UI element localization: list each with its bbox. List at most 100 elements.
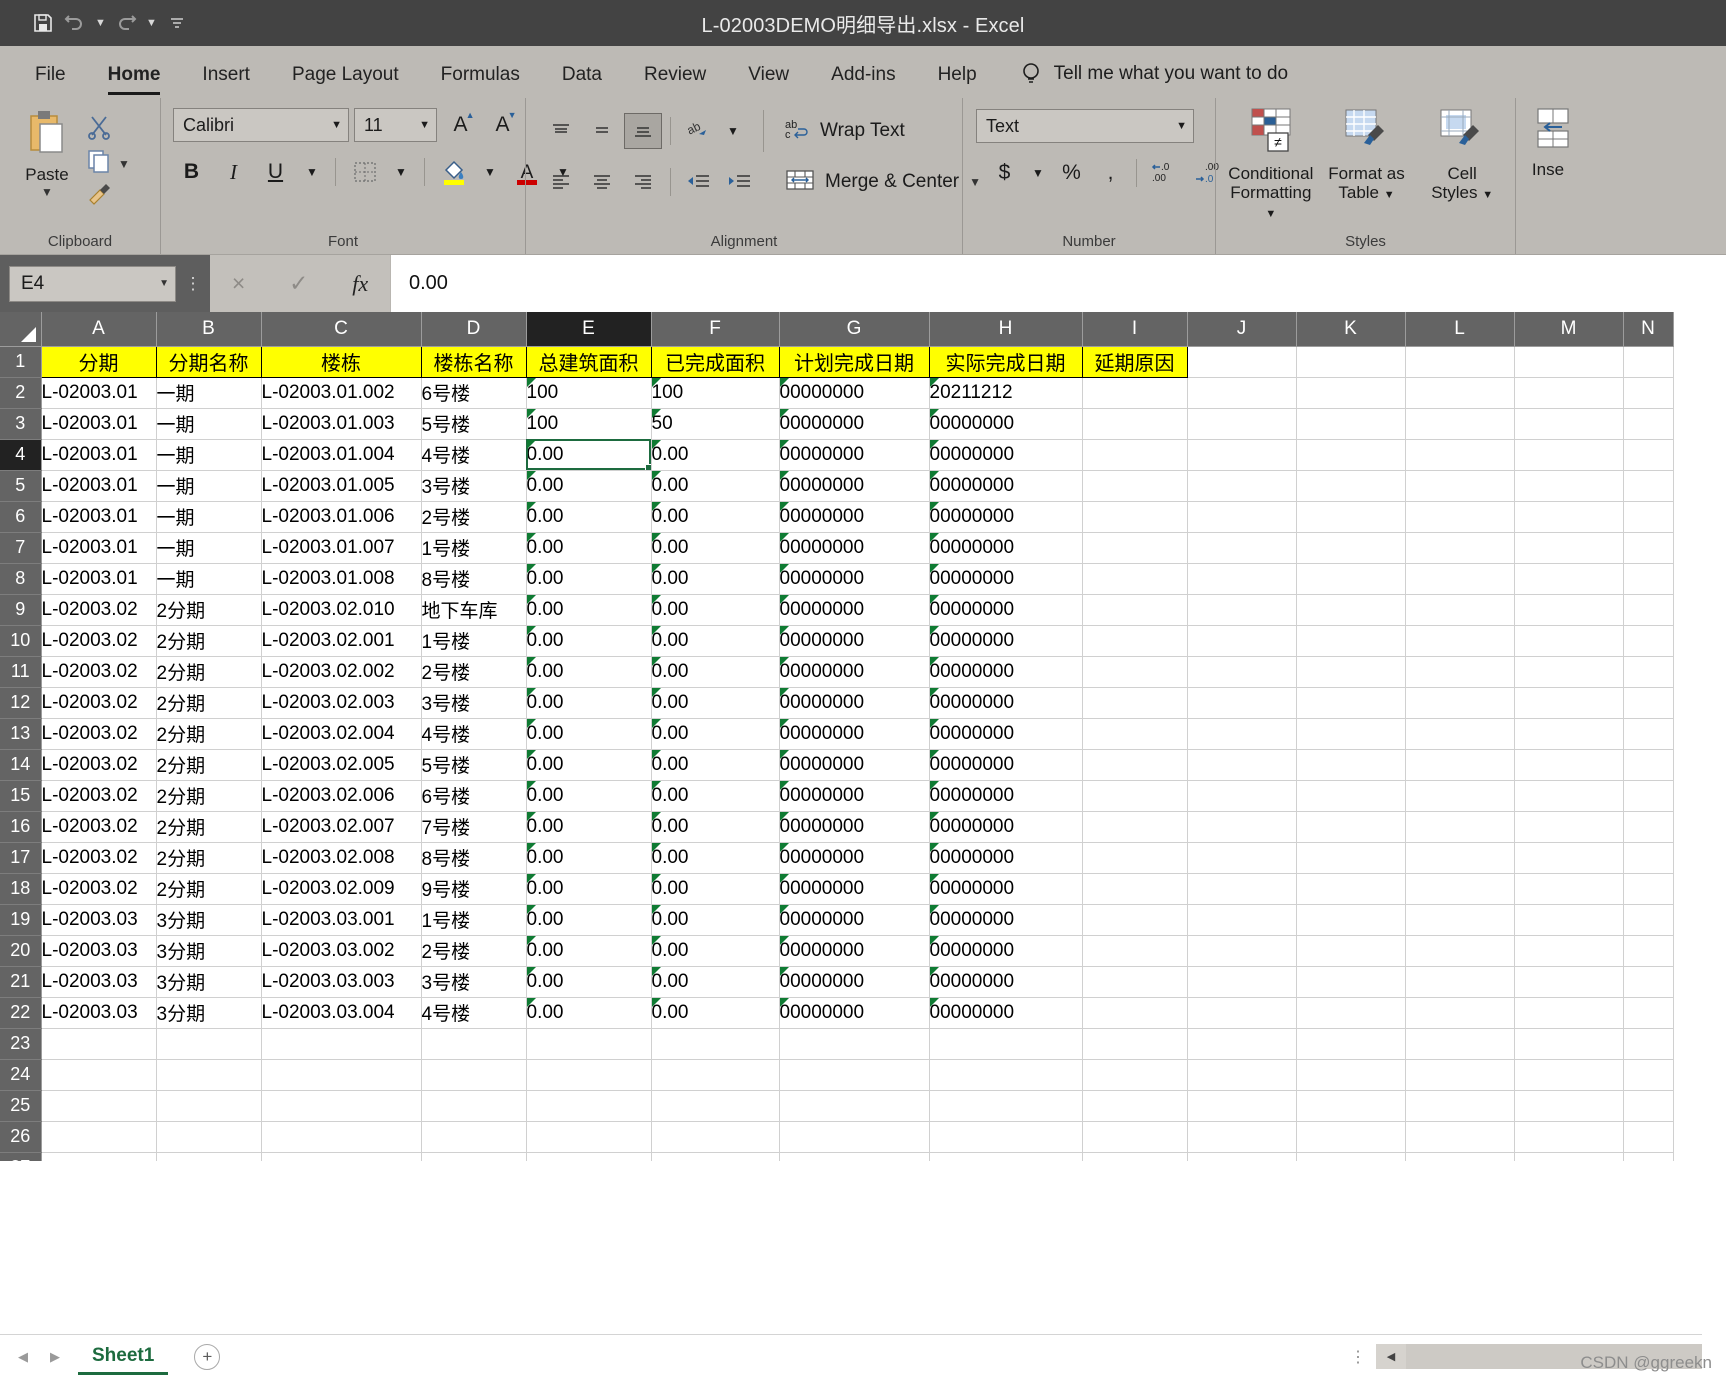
cell-K3[interactable] bbox=[1296, 408, 1406, 440]
cell-A7[interactable]: L-02003.01 bbox=[41, 532, 157, 564]
cell-H22[interactable]: 00000000 bbox=[929, 997, 1083, 1029]
cell-I20[interactable] bbox=[1082, 935, 1188, 967]
cell-C26[interactable] bbox=[261, 1121, 422, 1153]
cell-C13[interactable]: L-02003.02.004 bbox=[261, 718, 422, 750]
row-header-17[interactable]: 17 bbox=[0, 842, 42, 874]
cell-M25[interactable] bbox=[1514, 1090, 1624, 1122]
cell-I26[interactable] bbox=[1082, 1121, 1188, 1153]
cell-K4[interactable] bbox=[1296, 439, 1406, 471]
cell-E18[interactable]: 0.00 bbox=[526, 873, 652, 905]
cell-D3[interactable]: 5号楼 bbox=[421, 408, 527, 440]
cell-E21[interactable]: 0.00 bbox=[526, 966, 652, 998]
cell-D10[interactable]: 1号楼 bbox=[421, 625, 527, 657]
cell-E13[interactable]: 0.00 bbox=[526, 718, 652, 750]
cell-K7[interactable] bbox=[1296, 532, 1406, 564]
cell-K5[interactable] bbox=[1296, 470, 1406, 502]
cell-I23[interactable] bbox=[1082, 1028, 1188, 1060]
select-all-button[interactable] bbox=[0, 312, 42, 347]
row-header-5[interactable]: 5 bbox=[0, 470, 42, 502]
cell-A14[interactable]: L-02003.02 bbox=[41, 749, 157, 781]
cell-G11[interactable]: 00000000 bbox=[779, 656, 930, 688]
cell-G23[interactable] bbox=[779, 1028, 930, 1060]
cell-G12[interactable]: 00000000 bbox=[779, 687, 930, 719]
cell-M1[interactable] bbox=[1514, 346, 1624, 378]
cell-I19[interactable] bbox=[1082, 904, 1188, 936]
cell-A13[interactable]: L-02003.02 bbox=[41, 718, 157, 750]
cell-M5[interactable] bbox=[1514, 470, 1624, 502]
row-header-26[interactable]: 26 bbox=[0, 1121, 42, 1153]
row-header-11[interactable]: 11 bbox=[0, 656, 42, 688]
cell-D22[interactable]: 4号楼 bbox=[421, 997, 527, 1029]
column-header-l[interactable]: L bbox=[1405, 312, 1515, 347]
cell-J6[interactable] bbox=[1187, 501, 1297, 533]
cell-H8[interactable]: 00000000 bbox=[929, 563, 1083, 595]
cell-N26[interactable] bbox=[1623, 1121, 1674, 1153]
cell-F8[interactable]: 0.00 bbox=[651, 563, 780, 595]
cell-L25[interactable] bbox=[1405, 1090, 1515, 1122]
cell-G10[interactable]: 00000000 bbox=[779, 625, 930, 657]
cell-H12[interactable]: 00000000 bbox=[929, 687, 1083, 719]
row-header-13[interactable]: 13 bbox=[0, 718, 42, 750]
cell-D1[interactable]: 楼栋名称 bbox=[421, 345, 527, 378]
currency-format-button[interactable]: $ bbox=[986, 156, 1023, 190]
cell-F2[interactable]: 100 bbox=[651, 377, 780, 409]
cell-M20[interactable] bbox=[1514, 935, 1624, 967]
cell-J1[interactable] bbox=[1187, 346, 1297, 378]
cell-M13[interactable] bbox=[1514, 718, 1624, 750]
cell-H3[interactable]: 00000000 bbox=[929, 408, 1083, 440]
cell-K2[interactable] bbox=[1296, 377, 1406, 409]
cell-A25[interactable] bbox=[41, 1090, 157, 1122]
cell-G24[interactable] bbox=[779, 1059, 930, 1091]
cell-A18[interactable]: L-02003.02 bbox=[41, 873, 157, 905]
cell-L7[interactable] bbox=[1405, 532, 1515, 564]
cell-H2[interactable]: 20211212 bbox=[929, 377, 1083, 409]
cell-D24[interactable] bbox=[421, 1059, 527, 1091]
font-size-dropdown-icon[interactable]: ▼ bbox=[413, 119, 430, 131]
cell-F27[interactable] bbox=[651, 1152, 780, 1161]
cell-J20[interactable] bbox=[1187, 935, 1297, 967]
cell-M24[interactable] bbox=[1514, 1059, 1624, 1091]
cell-E3[interactable]: 100 bbox=[526, 408, 652, 440]
tab-view[interactable]: View bbox=[727, 58, 810, 98]
cell-G7[interactable]: 00000000 bbox=[779, 532, 930, 564]
format-as-table-button[interactable]: Format as Table ▼ bbox=[1322, 104, 1412, 202]
cell-F22[interactable]: 0.00 bbox=[651, 997, 780, 1029]
cell-J13[interactable] bbox=[1187, 718, 1297, 750]
cell-B16[interactable]: 2分期 bbox=[156, 811, 262, 843]
cell-G5[interactable]: 00000000 bbox=[779, 470, 930, 502]
cell-A24[interactable] bbox=[41, 1059, 157, 1091]
cell-K24[interactable] bbox=[1296, 1059, 1406, 1091]
cell-C16[interactable]: L-02003.02.007 bbox=[261, 811, 422, 843]
cell-B11[interactable]: 2分期 bbox=[156, 656, 262, 688]
column-header-f[interactable]: F bbox=[651, 312, 780, 347]
cell-N17[interactable] bbox=[1623, 842, 1674, 874]
cell-G6[interactable]: 00000000 bbox=[779, 501, 930, 533]
cell-D18[interactable]: 9号楼 bbox=[421, 873, 527, 905]
cell-H14[interactable]: 00000000 bbox=[929, 749, 1083, 781]
cell-K15[interactable] bbox=[1296, 780, 1406, 812]
cell-I11[interactable] bbox=[1082, 656, 1188, 688]
cell-G21[interactable]: 00000000 bbox=[779, 966, 930, 998]
tab-page-layout[interactable]: Page Layout bbox=[271, 58, 420, 98]
scroll-split-handle[interactable]: ⋮ bbox=[1340, 1347, 1376, 1367]
cell-H24[interactable] bbox=[929, 1059, 1083, 1091]
row-header-16[interactable]: 16 bbox=[0, 811, 42, 843]
cell-B2[interactable]: 一期 bbox=[156, 377, 262, 409]
cell-A8[interactable]: L-02003.01 bbox=[41, 563, 157, 595]
cell-G3[interactable]: 00000000 bbox=[779, 408, 930, 440]
cell-J9[interactable] bbox=[1187, 594, 1297, 626]
cell-I14[interactable] bbox=[1082, 749, 1188, 781]
cell-H13[interactable]: 00000000 bbox=[929, 718, 1083, 750]
cell-G15[interactable]: 00000000 bbox=[779, 780, 930, 812]
cell-B6[interactable]: 一期 bbox=[156, 501, 262, 533]
cell-N18[interactable] bbox=[1623, 873, 1674, 905]
cell-N19[interactable] bbox=[1623, 904, 1674, 936]
cell-B21[interactable]: 3分期 bbox=[156, 966, 262, 998]
comma-format-button[interactable]: , bbox=[1092, 156, 1129, 190]
decrease-font-size-button[interactable]: A ▼ bbox=[484, 108, 521, 142]
row-header-19[interactable]: 19 bbox=[0, 904, 42, 936]
cell-M15[interactable] bbox=[1514, 780, 1624, 812]
cell-B12[interactable]: 2分期 bbox=[156, 687, 262, 719]
borders-button[interactable] bbox=[346, 155, 383, 189]
cell-L16[interactable] bbox=[1405, 811, 1515, 843]
